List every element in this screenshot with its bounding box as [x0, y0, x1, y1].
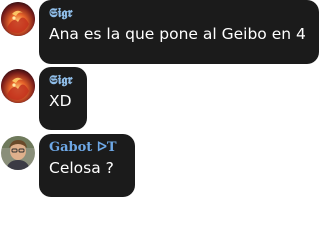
user-avatar[interactable] [1, 136, 35, 170]
message-text: Ana es la que pone al Geibo en 4 [49, 25, 306, 43]
fiery-creature-avatar-icon [1, 69, 35, 103]
user-avatar[interactable] [1, 69, 35, 103]
message-author[interactable]: 𝕾𝖎𝖌𝖗 [49, 6, 309, 21]
person-photo-avatar-icon [1, 136, 35, 170]
message-text: Celosa ? [49, 159, 114, 177]
message-author[interactable]: Gabot ᐅT [49, 140, 125, 155]
fiery-creature-avatar-icon [1, 2, 35, 36]
message-bubble: 𝕾𝖎𝖌𝖗 Ana es la que pone al Geibo en 4 [39, 0, 319, 64]
message-bubble: 𝕾𝖎𝖌𝖗 XD [39, 67, 87, 130]
message-text: XD [49, 92, 72, 110]
message-bubble: Gabot ᐅT Celosa ? [39, 134, 135, 197]
message-author[interactable]: 𝕾𝖎𝖌𝖗 [49, 73, 77, 88]
user-avatar[interactable] [1, 2, 35, 36]
chat-view: 𝕾𝖎𝖌𝖗 Ana es la que pone al Geibo en 4 𝕾𝖎… [0, 0, 320, 247]
